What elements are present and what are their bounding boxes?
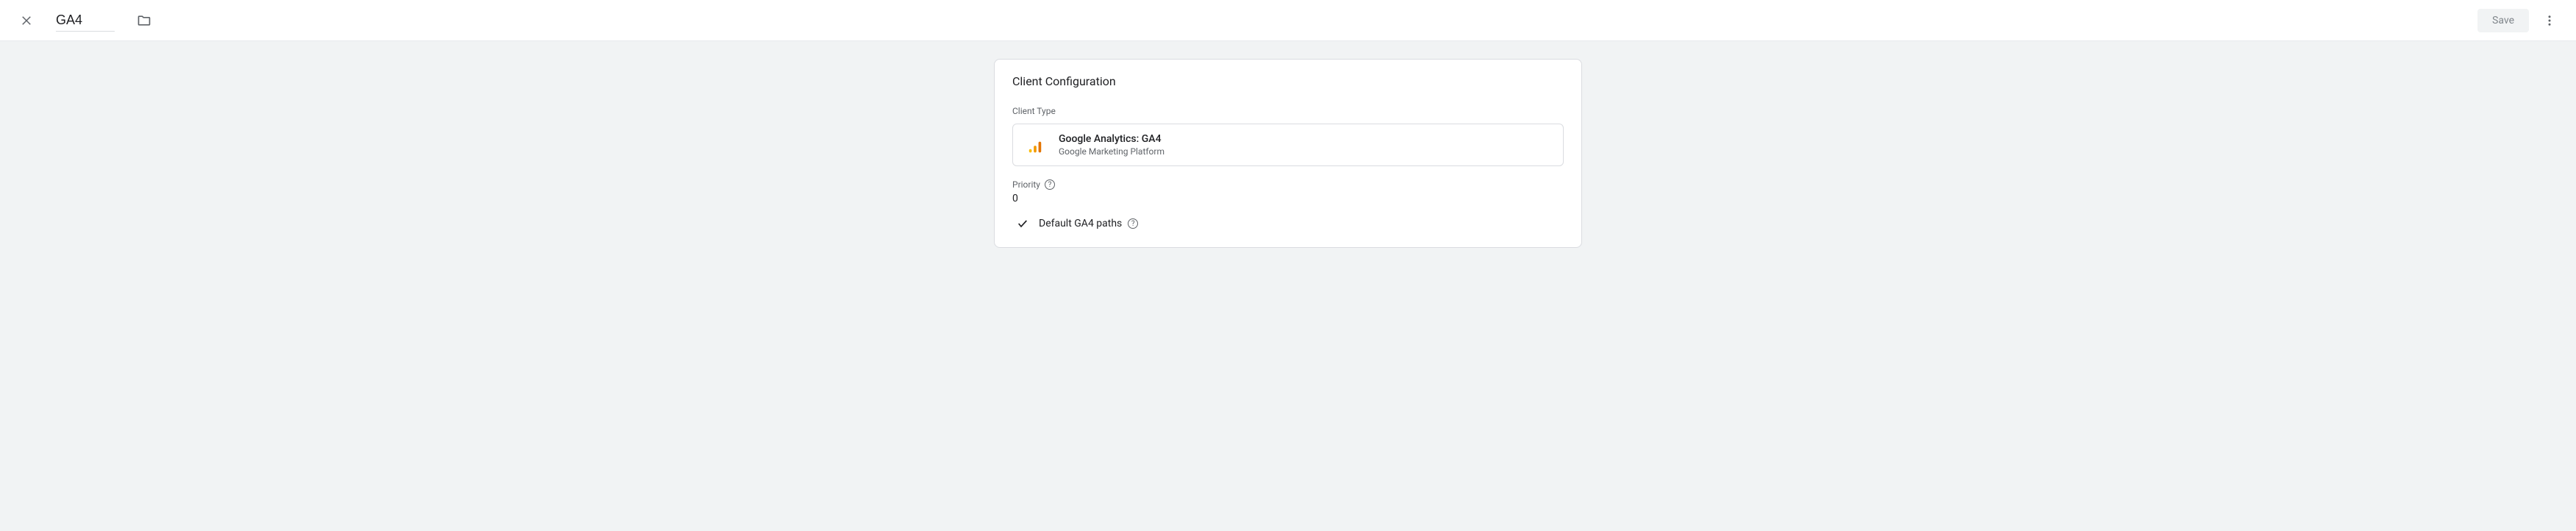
priority-label: Priority bbox=[1012, 179, 1040, 190]
topbar: Save bbox=[0, 0, 2576, 41]
folder-button[interactable] bbox=[129, 6, 159, 35]
topbar-right: Save bbox=[2477, 6, 2564, 35]
client-type-selector[interactable]: Google Analytics: GA4 Google Marketing P… bbox=[1012, 124, 1564, 166]
close-button[interactable] bbox=[12, 6, 41, 35]
save-button[interactable]: Save bbox=[2477, 9, 2529, 32]
topbar-left bbox=[12, 6, 159, 35]
priority-label-row: Priority ? bbox=[1012, 179, 1564, 190]
checkmark-icon bbox=[1017, 218, 1028, 229]
priority-help-icon[interactable]: ? bbox=[1045, 179, 1055, 190]
folder-icon bbox=[137, 13, 151, 28]
more-menu-button[interactable] bbox=[2535, 6, 2564, 35]
close-icon bbox=[20, 14, 33, 27]
client-type-section-label: Client Type bbox=[1012, 106, 1564, 116]
more-vert-icon bbox=[2543, 14, 2556, 27]
client-type-platform: Google Marketing Platform bbox=[1059, 146, 1164, 157]
default-paths-help-icon[interactable]: ? bbox=[1128, 218, 1138, 229]
default-paths-label-wrap: Default GA4 paths ? bbox=[1039, 218, 1138, 229]
default-paths-row[interactable]: Default GA4 paths ? bbox=[1012, 218, 1564, 229]
client-configuration-card: Client Configuration Client Type Google … bbox=[994, 59, 1582, 248]
card-heading: Client Configuration bbox=[1012, 74, 1564, 88]
priority-value[interactable]: 0 bbox=[1012, 193, 1564, 204]
page-body: Client Configuration Client Type Google … bbox=[0, 41, 2576, 531]
client-name-input[interactable] bbox=[56, 10, 115, 32]
priority-block: Priority ? 0 bbox=[1012, 179, 1564, 204]
client-type-text: Google Analytics: GA4 Google Marketing P… bbox=[1059, 133, 1164, 157]
default-paths-label: Default GA4 paths bbox=[1039, 218, 1122, 229]
analytics-icon bbox=[1025, 135, 1045, 155]
client-type-name: Google Analytics: GA4 bbox=[1059, 133, 1164, 145]
